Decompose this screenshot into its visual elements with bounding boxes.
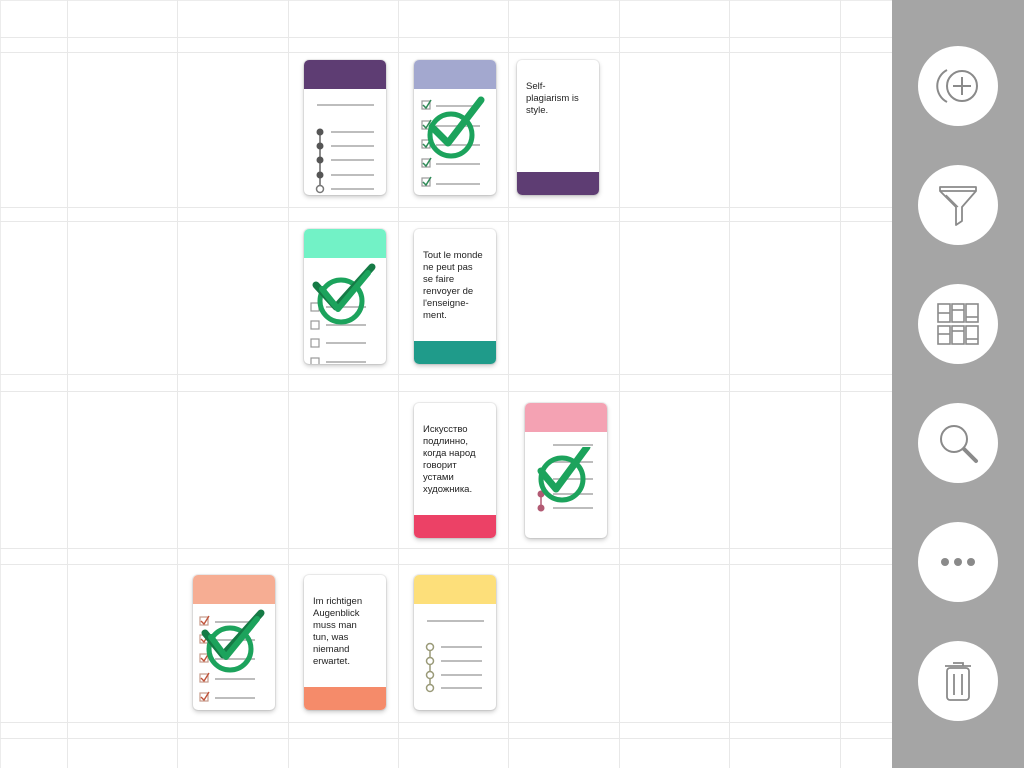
card-checklist[interactable] (304, 60, 386, 195)
quote-text: Im richtigen Augenblick muss man tun, wa… (313, 596, 363, 667)
grid-line (67, 0, 68, 768)
more-dots-icon (941, 558, 975, 566)
grid-line (0, 374, 892, 375)
completed-check-icon (537, 447, 591, 503)
filter-button[interactable] (918, 165, 998, 245)
layout-button[interactable] (918, 284, 998, 364)
magnifier-icon (940, 425, 978, 463)
grid-line (0, 548, 892, 549)
grid-line (0, 564, 892, 565)
grid-layout-icon (937, 303, 979, 345)
completed-check-icon (201, 609, 265, 673)
funnel-icon (939, 186, 977, 226)
card-checklist[interactable] (193, 575, 275, 710)
add-button[interactable] (918, 46, 998, 126)
card-checklist[interactable] (304, 229, 386, 364)
trash-icon (945, 662, 971, 701)
right-toolbar (892, 0, 1024, 768)
grid-line (177, 0, 178, 768)
grid-line (0, 221, 892, 222)
card-quote[interactable]: Искусство подлинно, когда народ говорит … (414, 403, 496, 538)
quote-text: Tout le monde ne peut pas se faire renvo… (423, 250, 483, 321)
card-color-band (414, 341, 496, 364)
card-color-band (304, 60, 386, 89)
grid-line (288, 0, 289, 768)
card-quote[interactable]: Self- plagiarism is style. (517, 60, 599, 195)
card-color-band (414, 60, 496, 89)
card-board[interactable]: Self- plagiarism is style. Tout le monde… (0, 0, 892, 768)
add-circle-icon (936, 69, 978, 103)
card-quote[interactable]: Im richtigen Augenblick muss man tun, wa… (304, 575, 386, 710)
quote-text: Искусство подлинно, когда народ говорит … (423, 424, 476, 495)
quote-text: Self- plagiarism is style. (526, 81, 579, 116)
card-quote[interactable]: Tout le monde ne peut pas se faire renvo… (414, 229, 496, 364)
delete-button[interactable] (918, 641, 998, 721)
grid-line (0, 391, 892, 392)
grid-line (0, 207, 892, 208)
card-color-band (304, 229, 386, 258)
card-color-band (414, 575, 496, 604)
completed-check-icon (312, 263, 376, 325)
card-color-band (193, 575, 275, 604)
grid-line (0, 37, 892, 38)
grid-line (840, 0, 841, 768)
search-button[interactable] (918, 403, 998, 483)
completed-check-icon (427, 96, 485, 159)
card-checklist[interactable] (525, 403, 607, 538)
card-color-band (525, 403, 607, 432)
grid-line (619, 0, 620, 768)
grid-line (0, 52, 892, 53)
card-color-band (414, 515, 496, 538)
more-button[interactable] (918, 522, 998, 602)
grid-line (508, 0, 509, 768)
checklist-items (425, 620, 484, 693)
card-color-band (304, 687, 386, 710)
checklist-items (315, 104, 374, 194)
grid-line (398, 0, 399, 768)
grid-line (0, 722, 892, 723)
grid-line (729, 0, 730, 768)
card-checklist[interactable] (414, 60, 496, 195)
card-checklist[interactable] (414, 575, 496, 710)
grid-line (0, 738, 892, 739)
card-color-band (517, 172, 599, 195)
